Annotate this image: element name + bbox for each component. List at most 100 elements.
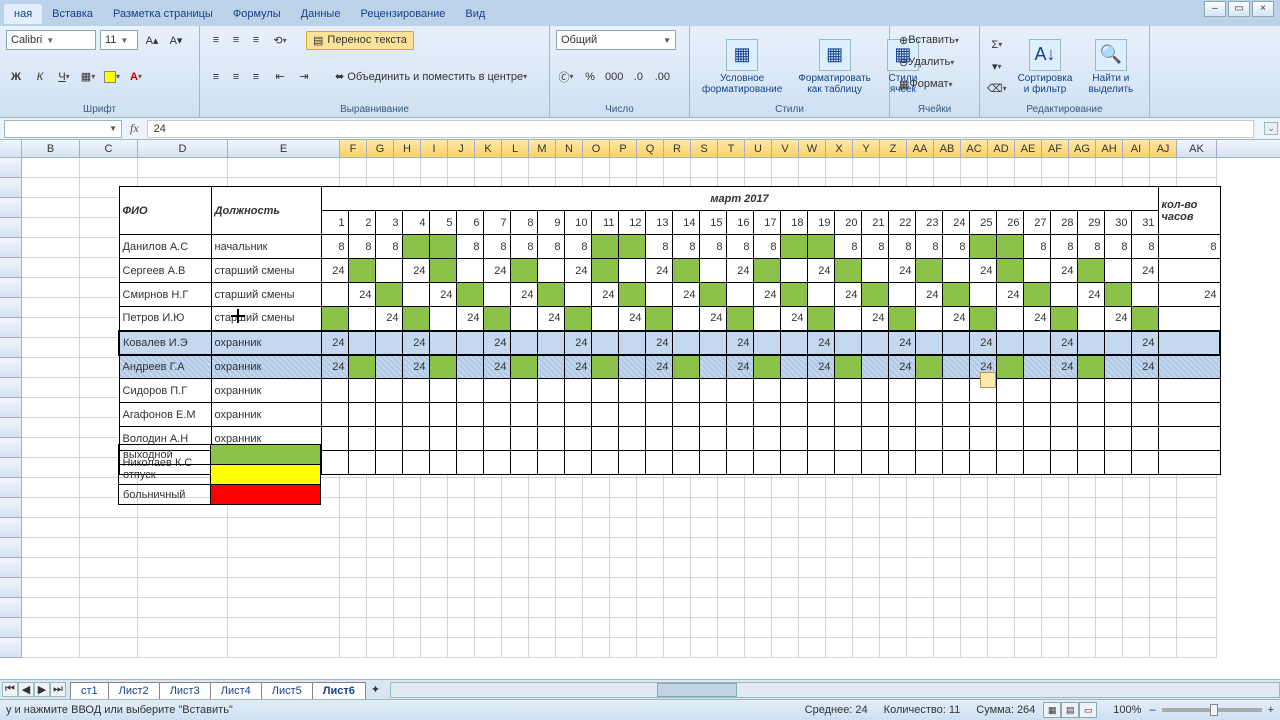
row-header[interactable] [0, 558, 22, 578]
comma-icon[interactable]: 000 [604, 67, 624, 87]
font-color-icon[interactable]: A▾ [126, 67, 146, 87]
format-as-table-button[interactable]: ▦Форматировать как таблицу [792, 37, 877, 97]
sheet-tab[interactable]: Лист3 [159, 682, 211, 699]
minimize-wnd-icon[interactable]: – [1204, 1, 1226, 17]
row-header[interactable] [0, 358, 22, 378]
italic-icon[interactable]: К [30, 67, 50, 87]
column-header[interactable]: N [556, 140, 583, 157]
sheet-tab[interactable]: ст1 [70, 682, 109, 699]
sheet-tab[interactable]: Лист4 [210, 682, 262, 699]
row-header[interactable] [0, 438, 22, 458]
increase-decimal-icon[interactable]: .0 [628, 67, 648, 87]
delete-cells-button[interactable]: ⊖ Удалить ▾ [896, 52, 973, 72]
zoom-out-icon[interactable]: – [1149, 704, 1155, 716]
column-header[interactable]: V [772, 140, 799, 157]
sheet-tab[interactable]: Лист6 [312, 682, 366, 699]
row-header[interactable] [0, 378, 22, 398]
column-header[interactable]: AI [1123, 140, 1150, 157]
column-header[interactable]: AH [1096, 140, 1123, 157]
name-box[interactable]: ▼ [4, 120, 122, 138]
row-header[interactable] [0, 238, 22, 258]
close-wnd-icon[interactable]: × [1252, 1, 1274, 17]
restore-wnd-icon[interactable]: ▭ [1228, 1, 1250, 17]
column-header[interactable]: AF [1042, 140, 1069, 157]
sheet-nav-last-icon[interactable]: ⏭ [50, 682, 66, 697]
worksheet-grid[interactable]: BCDEFGHIJKLMNOPQRSTUVWXYZAAABACADAEAFAGA… [0, 140, 1280, 670]
column-header[interactable]: W [799, 140, 826, 157]
align-middle-icon[interactable]: ≡ [226, 30, 246, 50]
row-header[interactable] [0, 538, 22, 558]
column-header[interactable]: O [583, 140, 610, 157]
zoom-in-icon[interactable]: + [1268, 704, 1274, 716]
view-layout-icon[interactable]: ▤ [1061, 702, 1079, 718]
column-header[interactable]: AG [1069, 140, 1096, 157]
column-header[interactable]: S [691, 140, 718, 157]
indent-inc-icon[interactable]: ⇥ [294, 67, 314, 87]
conditional-format-button[interactable]: ▦Условное форматирование [696, 37, 788, 97]
column-header[interactable]: AB [934, 140, 961, 157]
column-header[interactable]: Z [880, 140, 907, 157]
row-header[interactable] [0, 298, 22, 318]
row-header[interactable] [0, 618, 22, 638]
new-sheet-icon[interactable]: ✦ [371, 683, 380, 696]
paste-options-icon[interactable] [980, 372, 996, 388]
column-header[interactable]: AJ [1150, 140, 1177, 157]
row-header[interactable] [0, 418, 22, 438]
view-normal-icon[interactable]: ▦ [1043, 702, 1061, 718]
column-header[interactable]: X [826, 140, 853, 157]
row-header[interactable] [0, 338, 22, 358]
horizontal-scrollbar[interactable] [390, 682, 1280, 698]
column-header[interactable]: Y [853, 140, 880, 157]
row-header[interactable] [0, 318, 22, 338]
borders-icon[interactable]: ▦▾ [78, 67, 98, 87]
column-header[interactable]: AK [1177, 140, 1217, 157]
column-header[interactable]: AD [988, 140, 1015, 157]
sheet-nav-first-icon[interactable]: ⏮ [2, 682, 18, 697]
column-header[interactable]: L [502, 140, 529, 157]
row-header[interactable] [0, 218, 22, 238]
merge-center-button[interactable]: ⬌ Объединить и поместить в центре ▾ [330, 67, 532, 87]
insert-cells-button[interactable]: ⊕ Вставить ▾ [896, 30, 973, 50]
align-right-icon[interactable]: ≡ [246, 67, 266, 87]
ribbon-tab[interactable]: Разметка страницы [103, 4, 223, 24]
column-header[interactable]: R [664, 140, 691, 157]
align-center-icon[interactable]: ≡ [226, 67, 246, 87]
select-all-corner[interactable] [0, 140, 22, 157]
shrink-font-icon[interactable]: A▾ [166, 30, 186, 50]
row-header[interactable] [0, 398, 22, 418]
ribbon-tab[interactable]: Данные [291, 4, 351, 24]
column-header[interactable]: J [448, 140, 475, 157]
column-header[interactable]: AC [961, 140, 988, 157]
row-header[interactable] [0, 258, 22, 278]
column-header[interactable]: F [340, 140, 367, 157]
orientation-icon[interactable]: ⟲▾ [270, 30, 290, 50]
percent-icon[interactable]: % [580, 67, 600, 87]
column-header[interactable]: Q [637, 140, 664, 157]
column-header[interactable]: D [138, 140, 228, 157]
indent-dec-icon[interactable]: ⇤ [270, 67, 290, 87]
ribbon-tab[interactable]: Формулы [223, 4, 291, 24]
expand-formula-icon[interactable]: ⌄ [1264, 122, 1278, 135]
ribbon-tab[interactable]: Вставка [42, 4, 103, 24]
row-header[interactable] [0, 278, 22, 298]
view-break-icon[interactable]: ▭ [1079, 702, 1097, 718]
row-header[interactable] [0, 638, 22, 658]
number-format-combo[interactable]: Общий▼ [556, 30, 676, 50]
column-header[interactable]: T [718, 140, 745, 157]
sheet-tab[interactable]: Лист2 [108, 682, 160, 699]
align-left-icon[interactable]: ≡ [206, 67, 226, 87]
ribbon-tab[interactable]: Вид [455, 4, 495, 24]
formula-input[interactable]: 24 [147, 120, 1254, 138]
column-header[interactable]: AE [1015, 140, 1042, 157]
bold-icon[interactable]: Ж [6, 67, 26, 87]
format-cells-button[interactable]: ▦ Формат ▾ [896, 74, 973, 94]
row-header[interactable] [0, 198, 22, 218]
align-top-icon[interactable]: ≡ [206, 30, 226, 50]
column-header[interactable]: U [745, 140, 772, 157]
row-header[interactable] [0, 478, 22, 498]
align-bottom-icon[interactable]: ≡ [246, 30, 266, 50]
sheet-nav-next-icon[interactable]: ▶ [34, 682, 50, 697]
column-header[interactable]: E [228, 140, 340, 157]
find-select-button[interactable]: 🔍Найти и выделить [1082, 37, 1139, 97]
zoom-slider[interactable] [1162, 708, 1262, 712]
